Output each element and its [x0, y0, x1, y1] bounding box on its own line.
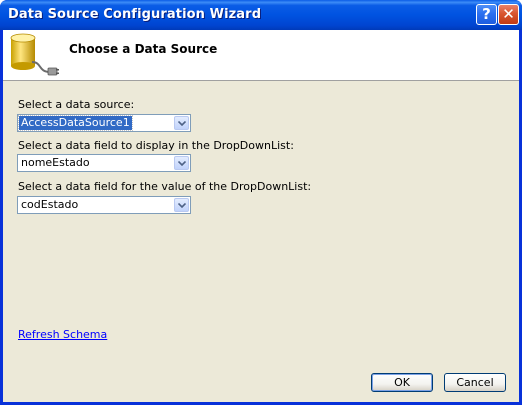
data-source-select[interactable]: AccessDataSource1 [17, 114, 191, 132]
value-field-value: codEstado [21, 198, 79, 211]
ok-button[interactable]: OK [371, 373, 433, 392]
dialog-body: Choose a Data Source Select a data sourc… [3, 30, 519, 402]
data-source-label: Select a data source: [18, 98, 135, 111]
help-button[interactable]: ? [476, 4, 497, 25]
database-icon [8, 32, 60, 81]
chevron-down-icon[interactable] [174, 116, 189, 130]
wizard-header: Choose a Data Source [3, 30, 519, 81]
title-bar[interactable]: Data Source Configuration Wizard ? ✕ [0, 0, 522, 30]
cancel-button[interactable]: Cancel [444, 373, 506, 392]
chevron-down-icon[interactable] [174, 156, 189, 170]
window-title: Data Source Configuration Wizard [8, 7, 262, 22]
close-button[interactable]: ✕ [498, 4, 519, 25]
value-field-select[interactable]: codEstado [17, 196, 191, 214]
data-source-value: AccessDataSource1 [18, 115, 133, 131]
value-field-label: Select a data field for the value of the… [18, 180, 312, 193]
refresh-schema-link[interactable]: Refresh Schema [18, 328, 107, 341]
wizard-window: Data Source Configuration Wizard ? ✕ Cho… [0, 0, 522, 405]
page-title: Choose a Data Source [69, 42, 218, 56]
display-field-label: Select a data field to display in the Dr… [18, 139, 294, 152]
chevron-down-icon[interactable] [174, 198, 189, 212]
display-field-select[interactable]: nomeEstado [17, 154, 191, 172]
display-field-value: nomeEstado [21, 156, 90, 169]
